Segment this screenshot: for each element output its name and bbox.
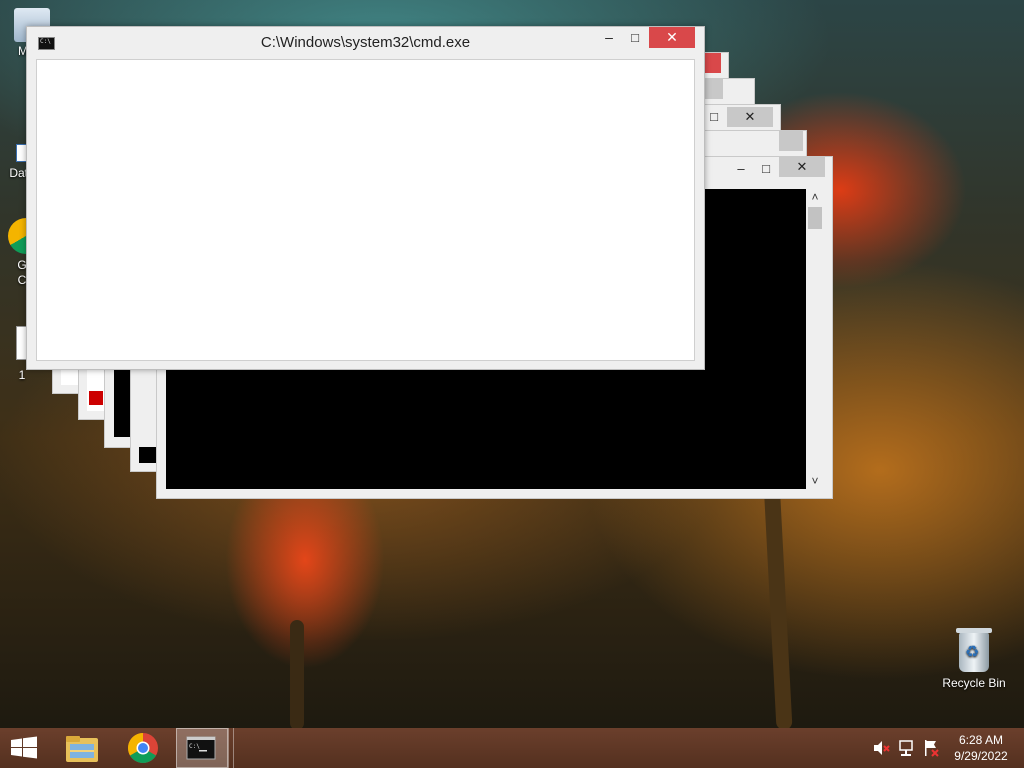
wallpaper-stem: [290, 620, 304, 728]
console-area: [139, 447, 157, 463]
taskbar-chrome[interactable]: [116, 728, 170, 768]
clock-date: 9/29/2022: [954, 749, 1008, 763]
svg-text:C:\: C:\: [189, 743, 200, 750]
recycle-bin-icon: [956, 628, 992, 672]
close-button[interactable]: ✕: [727, 107, 773, 127]
minimize-button[interactable]: –: [729, 159, 753, 179]
taskbar-cmd-active[interactable]: C:\: [176, 728, 228, 768]
action-center-flag-icon: [925, 740, 939, 757]
desktop-icon-label: Recycle Bin: [942, 676, 1006, 690]
wallpaper-stem: [763, 479, 793, 728]
maximize-button[interactable]: [779, 131, 803, 151]
tray-network[interactable]: [896, 728, 918, 768]
console-area[interactable]: [36, 59, 695, 361]
desktop: My C Data G C 1 □ ✕ ˄ – □ ✕ ˄: [0, 0, 1024, 728]
cmd-icon: C:\: [186, 736, 216, 760]
maximize-button[interactable]: □: [623, 27, 647, 48]
tray-volume[interactable]: [870, 728, 892, 768]
minimize-button[interactable]: –: [597, 27, 621, 48]
scrollbar-thumb[interactable]: [808, 207, 822, 229]
windows-logo-icon: [11, 736, 37, 759]
maximize-button[interactable]: □: [705, 107, 723, 127]
maximize-button[interactable]: □: [755, 159, 777, 179]
file-explorer-icon: [66, 736, 98, 762]
system-clock[interactable]: 6:28 AM 9/29/2022: [946, 732, 1016, 764]
desktop-icon-label: 1: [18, 368, 26, 382]
tray-action-center[interactable]: [920, 728, 942, 768]
taskbar-file-explorer[interactable]: [56, 728, 108, 768]
taskbar: C:\ 6:28 AM 9/29/2022: [0, 728, 1024, 768]
close-button[interactable]: ✕: [779, 157, 825, 177]
vertical-scrollbar[interactable]: ˄ ˅: [807, 189, 823, 489]
scroll-up-button[interactable]: ˄: [807, 189, 823, 205]
network-icon: [899, 740, 913, 756]
red-block: [89, 391, 103, 405]
close-button[interactable]: ✕: [649, 27, 695, 48]
volume-muted-icon: [874, 741, 890, 755]
start-button[interactable]: [0, 728, 48, 768]
desktop-icon-recycle-bin[interactable]: Recycle Bin: [938, 628, 1010, 690]
clock-time: 6:28 AM: [958, 733, 1004, 747]
title-bar[interactable]: C:\ C:\Windows\system32\cmd.exe – □ ✕: [27, 27, 704, 59]
scroll-down-button[interactable]: ˅: [807, 473, 823, 489]
chrome-icon: [127, 733, 158, 764]
taskbar-cmd-stack[interactable]: [228, 728, 234, 768]
cmd-window-front[interactable]: C:\ C:\Windows\system32\cmd.exe – □ ✕: [26, 26, 705, 370]
